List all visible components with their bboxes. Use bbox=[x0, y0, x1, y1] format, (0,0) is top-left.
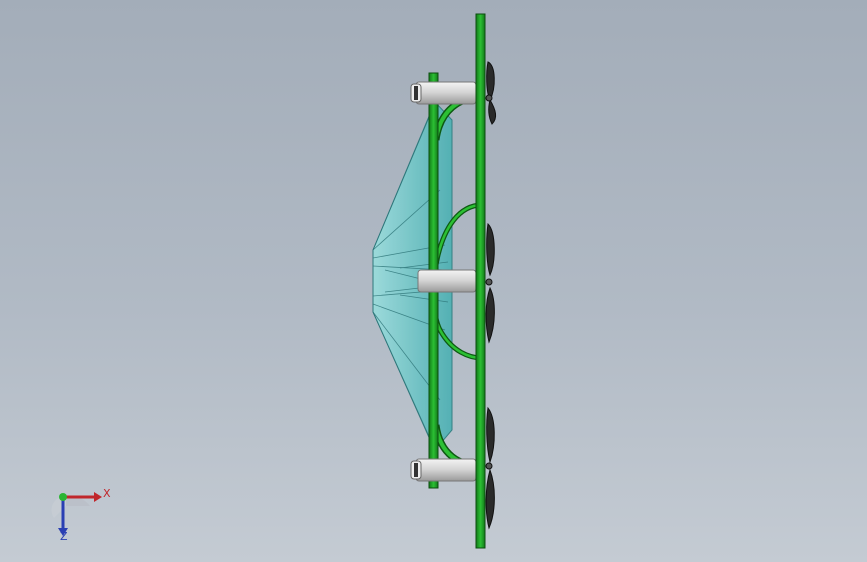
y-axis-origin bbox=[59, 493, 67, 501]
standoff-middle bbox=[417, 269, 477, 293]
z-axis-label: Z bbox=[60, 530, 68, 543]
x-axis-label: X bbox=[103, 487, 111, 500]
cad-model-side-view[interactable] bbox=[0, 0, 867, 562]
rear-green-plate bbox=[475, 13, 486, 549]
standoff-top bbox=[410, 81, 477, 105]
standoff-bottom bbox=[410, 458, 477, 482]
propeller-middle bbox=[485, 222, 495, 344]
propeller-bottom bbox=[485, 406, 495, 530]
propeller-top bbox=[485, 61, 497, 125]
graphics-viewport[interactable]: X Z bbox=[0, 0, 867, 562]
